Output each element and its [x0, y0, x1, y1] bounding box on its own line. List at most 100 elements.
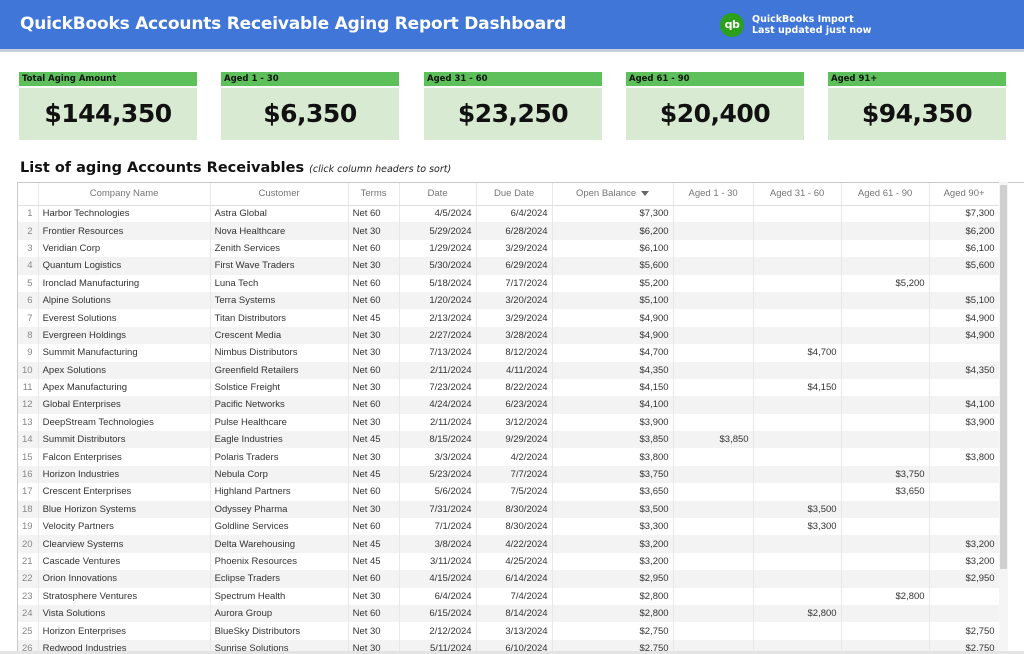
due-date-cell: 6/28/2024	[476, 222, 553, 240]
aged-61-90-cell	[841, 413, 930, 432]
table-row[interactable]: 17 Crescent Enterprises Highland Partners N…	[18, 483, 1000, 501]
terms-cell: Net 60	[348, 518, 400, 536]
company-name-cell: Veridian Corp	[38, 239, 211, 258]
table-row[interactable]: 5 Ironclad Manufacturing Luna Tech Net 60 5/…	[18, 274, 1000, 292]
customer-cell: Highland Partners	[210, 483, 349, 501]
terms-cell: Net 30	[348, 344, 400, 362]
table-row[interactable]: 12 Global Enterprises Pacific Networks Net …	[18, 396, 1000, 414]
due-date-cell: 9/29/2024	[476, 431, 553, 449]
aged-1-30-cell	[673, 483, 754, 501]
company-name-cell: Harbor Technologies	[38, 205, 211, 223]
table-row[interactable]: 15 Falcon Enterprises Polaris Traders Net 3…	[18, 448, 1000, 466]
scrollbar-thumb[interactable]	[1000, 185, 1007, 569]
table-row[interactable]: 19 Velocity Partners Goldline Services Net …	[18, 518, 1000, 536]
company-name-cell: Summit Distributors	[38, 431, 211, 449]
column-header-company-name[interactable]: Company Name	[38, 183, 211, 206]
table-row[interactable]: 2 Frontier Resources Nova Healthcare Net 30…	[18, 222, 1000, 240]
aged-61-90-cell	[841, 622, 930, 640]
company-name-cell: Crescent Enterprises	[38, 483, 211, 501]
aged-1-30-cell	[673, 570, 754, 588]
open-balance-cell: $4,350	[552, 361, 674, 379]
table-row[interactable]: 3 Veridian Corp Zenith Services Net 60 1/29/…	[18, 239, 1000, 258]
aged-1-30-cell	[673, 344, 754, 362]
table-row[interactable]: 13 DeepStream Technologies Pulse Healthcar…	[18, 413, 1000, 432]
date-cell: 5/29/2024	[399, 222, 477, 240]
table-row[interactable]: 21 Cascade Ventures Phoenix Resources Net 4…	[18, 552, 1000, 571]
column-header-aged-61-90[interactable]: Aged 61 - 90	[841, 183, 930, 206]
aged-61-90-cell	[841, 222, 930, 240]
table-row[interactable]: 14 Summit Distributors Eagle Industries Net…	[18, 431, 1000, 449]
column-header-index	[18, 183, 39, 206]
table-row[interactable]: 16 Horizon Industries Nebula Corp Net 45 5/2…	[18, 465, 1000, 484]
aged-1-30-cell	[673, 274, 754, 292]
table-row[interactable]: 25 Horizon Enterprises BlueSky Distributor…	[18, 622, 1000, 640]
column-header-aged-90-plus[interactable]: Aged 90+	[929, 183, 1000, 206]
customer-cell: Zenith Services	[210, 239, 349, 258]
aged-31-60-cell	[753, 396, 842, 414]
terms-cell: Net 30	[348, 500, 400, 519]
kpi-value: $94,350	[828, 88, 1006, 140]
table-row[interactable]: 10 Apex Solutions Greenfield Retailers Net …	[18, 361, 1000, 379]
open-balance-cell: $3,850	[552, 431, 674, 449]
aged-1-30-cell	[673, 396, 754, 414]
row-index: 4	[18, 257, 39, 275]
table-row[interactable]: 20 Clearview Systems Delta Warehousing Net …	[18, 535, 1000, 553]
terms-cell: Net 30	[348, 222, 400, 240]
aged-90-plus-cell	[929, 604, 1000, 623]
table-row[interactable]: 24 Vista Solutions Aurora Group Net 60 6/15/…	[18, 604, 1000, 623]
aged-90-plus-cell: $3,200	[929, 535, 1000, 553]
column-header-terms[interactable]: Terms	[348, 183, 400, 206]
aged-90-plus-cell: $5,100	[929, 291, 1000, 310]
row-index: 10	[18, 361, 39, 379]
table-row[interactable]: 7 Everest Solutions Titan Distributors Net …	[18, 309, 1000, 327]
aged-61-90-cell	[841, 570, 930, 588]
table-row[interactable]: 4 Quantum Logistics First Wave Traders Net …	[18, 257, 1000, 275]
row-index: 6	[18, 291, 39, 310]
table-row[interactable]: 22 Orion Innovations Eclipse Traders Net 60…	[18, 570, 1000, 588]
column-header-customer[interactable]: Customer	[210, 183, 349, 206]
aged-61-90-cell: $2,800	[841, 587, 930, 605]
company-name-cell: Evergreen Holdings	[38, 326, 211, 345]
column-header-due-date[interactable]: Due Date	[476, 183, 553, 206]
aged-1-30-cell	[673, 361, 754, 379]
date-cell: 2/27/2024	[399, 326, 477, 345]
table-row[interactable]: 9 Summit Manufacturing Nimbus Distributors…	[18, 344, 1000, 362]
table-row[interactable]: 8 Evergreen Holdings Crescent Media Net 30 2…	[18, 326, 1000, 345]
kpi-aged-91-plus: Aged 91+ $94,350	[828, 72, 1006, 140]
row-index: 16	[18, 465, 39, 484]
aged-61-90-cell	[841, 205, 930, 223]
table-scrollbar[interactable]	[999, 182, 1008, 654]
column-header-aged-1-30[interactable]: Aged 1 - 30	[673, 183, 754, 206]
kpi-aged-31-60: Aged 31 - 60 $23,250	[424, 72, 602, 140]
due-date-cell: 6/4/2024	[476, 205, 553, 223]
customer-cell: Spectrum Health	[210, 587, 349, 605]
aged-1-30-cell	[673, 205, 754, 223]
aged-61-90-cell	[841, 431, 930, 449]
terms-cell: Net 45	[348, 309, 400, 327]
date-cell: 7/1/2024	[399, 518, 477, 536]
table-row[interactable]: 23 Stratosphere Ventures Spectrum Health Ne…	[18, 587, 1000, 605]
kpi-aged-1-30: Aged 1 - 30 $6,350	[221, 72, 399, 140]
aged-90-plus-cell: $4,900	[929, 326, 1000, 345]
table-row[interactable]: 6 Alpine Solutions Terra Systems Net 60 1/20…	[18, 291, 1000, 310]
aged-31-60-cell	[753, 222, 842, 240]
aged-1-30-cell: $3,850	[673, 431, 754, 449]
due-date-cell: 4/25/2024	[476, 552, 553, 571]
kpi-label: Total Aging Amount	[19, 72, 197, 86]
aged-31-60-cell: $2,800	[753, 604, 842, 623]
table-row[interactable]: 18 Blue Horizon Systems Odyssey Pharma Net …	[18, 500, 1000, 519]
column-header-date[interactable]: Date	[399, 183, 477, 206]
table-row[interactable]: 1 Harbor Technologies Astra Global Net 60 4/…	[18, 205, 1000, 223]
table-row[interactable]: 11 Apex Manufacturing Solstice Freight Net …	[18, 378, 1000, 397]
column-header-aged-31-60[interactable]: Aged 31 - 60	[753, 183, 842, 206]
page-title: QuickBooks Accounts Receivable Aging Rep…	[20, 14, 567, 34]
aged-90-plus-cell: $4,100	[929, 396, 1000, 414]
section-title-text: List of aging Accounts Receivables	[20, 160, 305, 176]
aged-31-60-cell	[753, 622, 842, 640]
date-cell: 2/12/2024	[399, 622, 477, 640]
column-header-open-balance[interactable]: Open Balance	[552, 183, 674, 206]
aged-90-plus-cell: $3,200	[929, 552, 1000, 571]
terms-cell: Net 60	[348, 274, 400, 292]
aged-1-30-cell	[673, 413, 754, 432]
aging-table-container: Company Name Customer Terms Date Due Dat…	[17, 182, 1024, 654]
